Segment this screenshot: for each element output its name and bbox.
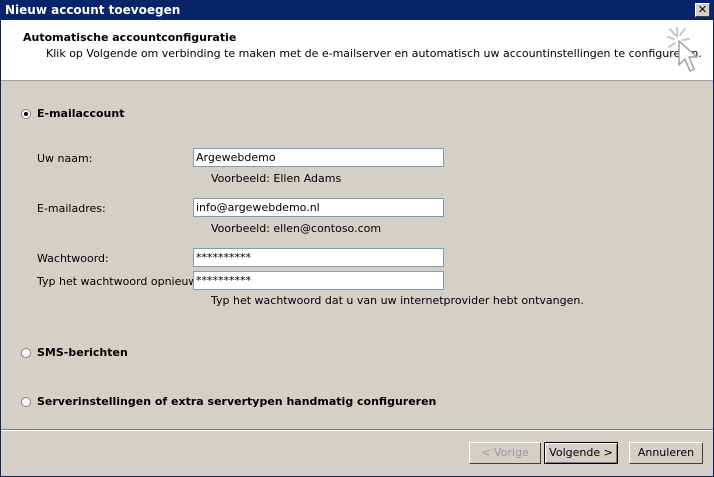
radio-sms[interactable]: SMS-berichten xyxy=(21,346,128,359)
password-input[interactable]: ********** xyxy=(193,248,444,267)
name-input[interactable]: Argewebdemo xyxy=(193,148,444,167)
email-input[interactable]: info@argewebdemo.nl xyxy=(193,198,444,217)
header-title: Automatische accountconfiguratie xyxy=(23,31,237,44)
dialog-header: Automatische accountconfiguratie Klik op… xyxy=(1,20,713,81)
close-button[interactable]: ✕ xyxy=(695,3,710,17)
email-hint: Voorbeeld: ellen@contoso.com xyxy=(211,222,382,235)
password-label: Wachtwoord: xyxy=(37,252,109,265)
name-hint: Voorbeeld: Ellen Adams xyxy=(211,172,342,185)
name-label: Uw naam: xyxy=(37,152,93,165)
next-button[interactable]: Volgende > xyxy=(544,442,618,464)
footer-divider xyxy=(1,429,713,431)
radio-email-account-button[interactable] xyxy=(21,108,31,119)
radio-email-account-label: E-mailaccount xyxy=(37,107,125,120)
password-repeat-label: Typ het wachtwoord opnieuw: xyxy=(37,275,201,288)
password-hint: Typ het wachtwoord dat u van uw internet… xyxy=(211,294,584,307)
radio-manual-config[interactable]: Serverinstellingen of extra servertypen … xyxy=(21,395,436,408)
radio-manual-config-button[interactable] xyxy=(21,396,31,407)
back-button[interactable]: < Vorige xyxy=(469,442,541,464)
title-bar[interactable]: Nieuw account toevoegen ✕ xyxy=(1,1,713,20)
window-title: Nieuw account toevoegen xyxy=(5,3,181,17)
radio-sms-button[interactable] xyxy=(21,347,31,358)
cancel-button[interactable]: Annuleren xyxy=(629,442,703,464)
header-subtitle: Klik op Volgende om verbinding te maken … xyxy=(46,47,702,60)
password-repeat-input[interactable]: ********** xyxy=(193,271,444,290)
email-label: E-mailadres: xyxy=(37,202,106,215)
radio-sms-label: SMS-berichten xyxy=(37,346,128,359)
dialog-window: Nieuw account toevoegen ✕ Automatische a… xyxy=(0,0,714,477)
cursor-sparkle-icon xyxy=(667,27,698,72)
close-icon: ✕ xyxy=(697,3,708,16)
radio-email-account[interactable]: E-mailaccount xyxy=(21,107,124,120)
radio-manual-config-label: Serverinstellingen of extra servertypen … xyxy=(37,395,437,408)
